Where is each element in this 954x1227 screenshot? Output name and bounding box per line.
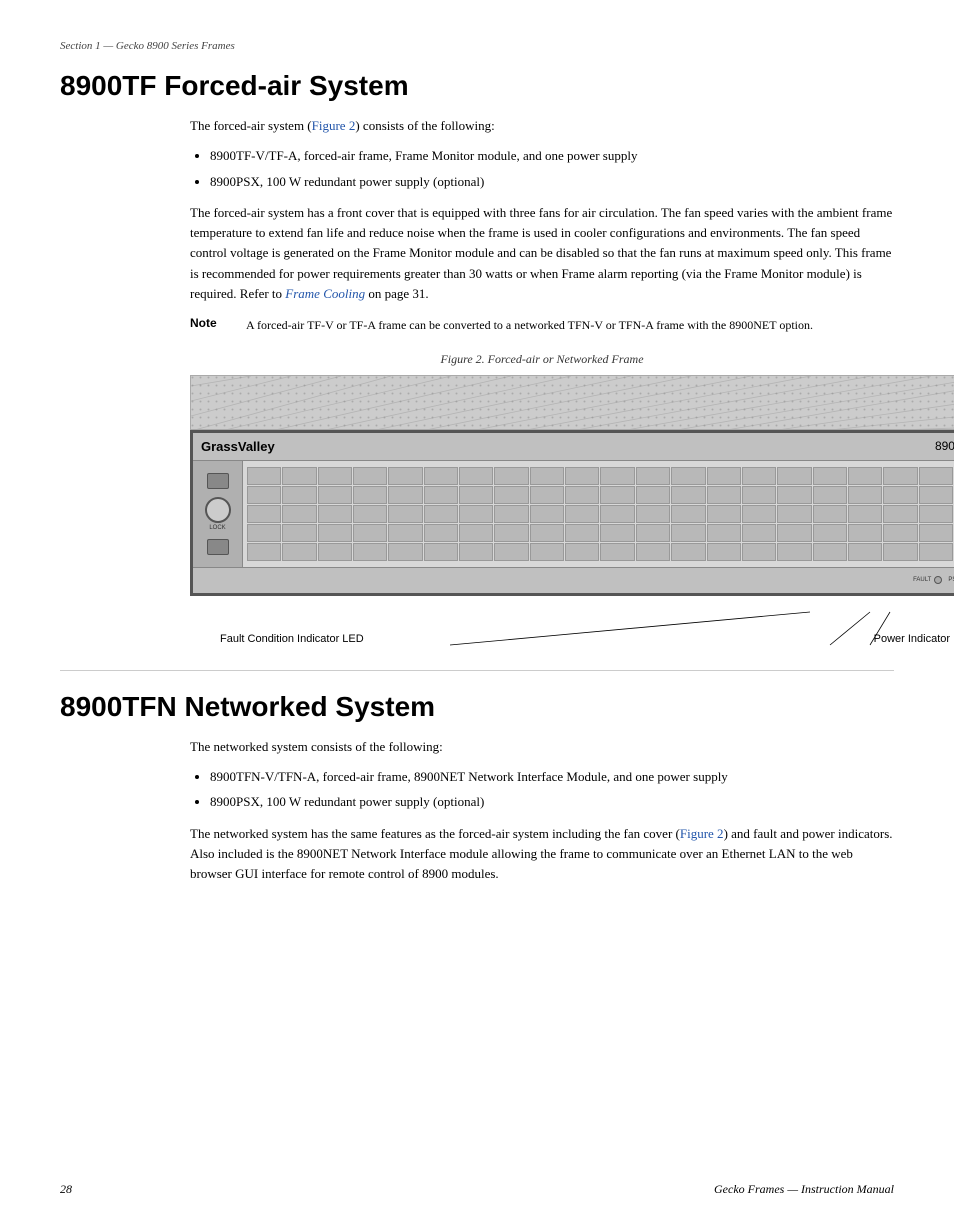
section2-title: 8900TFN Networked System: [60, 691, 894, 723]
bullet-item: 8900TF-V/TF-A, forced-air frame, Frame M…: [210, 146, 894, 166]
page-number: 28: [60, 1182, 72, 1197]
frame-left-panel: LOCK: [193, 461, 243, 567]
fault-led: [934, 576, 942, 584]
note-block: Note A forced-air TF-V or TF-A frame can…: [190, 316, 894, 334]
left-connector-bottom: [207, 539, 229, 555]
section-divider: [60, 670, 894, 671]
section1-body1: The forced-air system has a front cover …: [190, 203, 894, 304]
note-label: Note: [190, 316, 230, 334]
section2-body1: The networked system has the same featur…: [190, 824, 894, 884]
left-connector-top: [207, 473, 229, 489]
page-footer: 28 Gecko Frames — Instruction Manual: [60, 1182, 894, 1197]
frame-diagram: ID-8930 GrassValley 8900 Series: [190, 375, 954, 650]
figure-section: Figure 2. Forced-air or Networked Frame: [190, 352, 894, 650]
section1-bullets: 8900TF-V/TF-A, forced-air frame, Frame M…: [210, 146, 894, 191]
section-header: Section 1 — Gecko 8900 Series Frames: [60, 40, 894, 52]
lock-label-left: LOCK: [209, 525, 225, 531]
fault-indicator-group: FAULT: [913, 576, 942, 584]
section2-content: The networked system consists of the fol…: [190, 737, 894, 885]
bullet-item: 8900PSX, 100 W redundant power supply (o…: [210, 792, 894, 812]
lock-group-left: LOCK: [205, 497, 231, 531]
annotation-fault-label: Fault Condition Indicator LED: [220, 633, 364, 645]
dots-svg: [191, 376, 954, 430]
ps1-label: PS1: [948, 577, 954, 583]
ps1-indicator-group: PS1: [948, 576, 954, 584]
frame-top-bar: GrassValley 8900 Series: [193, 433, 954, 461]
frame-outer: GrassValley 8900 Series LOCK: [190, 430, 954, 596]
bullet-item: 8900PSX, 100 W redundant power supply (o…: [210, 172, 894, 192]
annotation-power-label: Power Indicator LEDs: [874, 633, 954, 645]
frame-bottom-bar: FAULT PS1 PS2: [193, 567, 954, 593]
frame-body: LOCK: [193, 461, 954, 567]
section1-content: The forced-air system (Figure 2) consist…: [190, 116, 894, 650]
section2-bullets: 8900TFN-V/TFN-A, forced-air frame, 8900N…: [210, 767, 894, 812]
manual-title: Gecko Frames — Instruction Manual: [714, 1182, 894, 1197]
figure2-link[interactable]: Figure 2: [312, 118, 356, 133]
figure-caption: Figure 2. Forced-air or Networked Frame: [190, 352, 894, 367]
section1-intro: The forced-air system (Figure 2) consist…: [190, 116, 894, 136]
fault-label: FAULT: [913, 577, 931, 583]
note-text: A forced-air TF-V or TF-A frame can be c…: [246, 316, 813, 334]
grass-valley-logo: GrassValley: [201, 439, 275, 454]
lock-circle-left: [205, 497, 231, 523]
frame-slots: [243, 461, 954, 567]
section2-figure2-link[interactable]: Figure 2: [680, 826, 724, 841]
bullet-item: 8900TFN-V/TFN-A, forced-air frame, 8900N…: [210, 767, 894, 787]
section2-intro: The networked system consists of the fol…: [190, 737, 894, 757]
frame-cooling-link[interactable]: Frame Cooling: [285, 286, 365, 301]
series-label: 8900 Series: [935, 439, 954, 453]
frame-top-dots: ID-8930: [190, 375, 954, 430]
section1-title: 8900TF Forced-air System: [60, 70, 894, 102]
frame-annotations: Fault Condition Indicator LED Power Indi…: [190, 600, 954, 650]
